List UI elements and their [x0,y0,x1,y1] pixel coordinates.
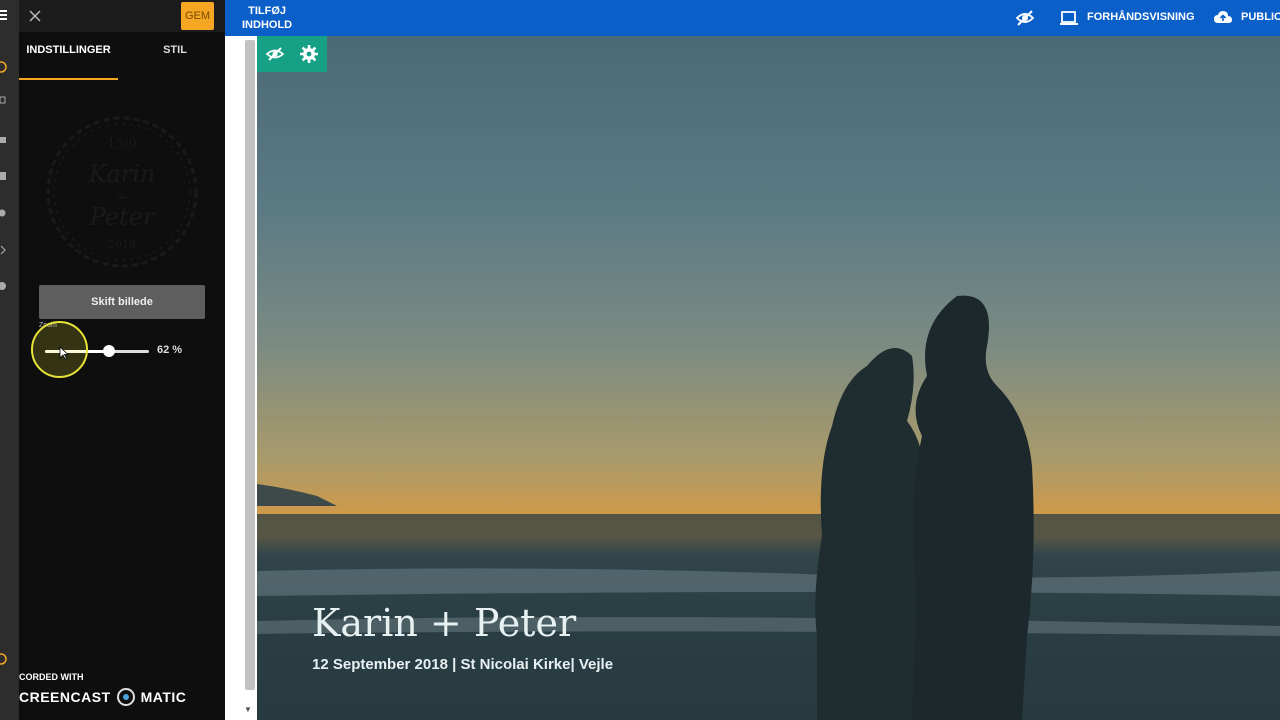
menu-icon[interactable] [0,10,8,22]
preview-devices-icon[interactable] [1059,8,1079,28]
panel-topbar: GEM [19,0,225,32]
rail-chevron-icon[interactable] [0,244,8,256]
add-content-button[interactable]: TILFØJ INDHOLD [242,4,292,32]
tab-settings[interactable]: INDSTILLINGER [19,44,118,80]
tab-style[interactable]: STIL [139,44,211,78]
swap-image-button[interactable]: Skift billede [39,285,205,319]
rail-page-icon[interactable] [0,95,8,105]
rail-settings-icon[interactable] [0,207,8,219]
editor-header: TILFØJ INDHOLD FORHÅNDSVISNING PUBLIC [225,0,1280,36]
logo-name1: Karin [88,160,156,188]
zoom-value: 62 % [157,344,183,356]
wedding-logo-image: 15/9 Karin + Peter 2018 [46,116,198,268]
watermark-recorded-with: CORDED WITH [19,672,84,682]
hero-subtitle[interactable]: 12 September 2018 | St Nicolai Kirke| Ve… [312,656,613,673]
rail-circle-icon[interactable] [0,60,8,74]
rail-help-icon[interactable] [0,280,8,292]
screencast-logo-icon [116,688,135,706]
preview-button[interactable]: FORHÅNDSVISNING [1087,11,1195,23]
rail-bottom-icon[interactable] [0,652,8,666]
close-icon[interactable] [27,8,43,24]
settings-panel: GEM INDSTILLINGER STIL 15/9 Karin + Pete… [19,0,225,720]
mouse-cursor-icon [59,346,69,360]
section-settings-icon[interactable] [299,44,319,64]
logo-year: 2018 [108,238,136,251]
hero-title[interactable]: Karin + Peter [312,601,576,645]
watermark-brand-right: MATIC [140,689,187,705]
left-icon-rail [0,0,19,720]
watermark-brand-left: CREENCAST [19,689,111,705]
logo-name2: Peter [89,203,156,231]
zoom-slider-thumb[interactable] [103,345,116,357]
hero-section-toolbar [257,36,327,72]
scroll-down-icon[interactable]: ▼ [244,705,252,714]
rail-layout-icon[interactable] [0,135,8,145]
hide-section-icon[interactable] [265,44,285,64]
add-content-label-line1: TILFØJ [248,5,286,17]
save-button[interactable]: GEM [181,2,214,30]
logo-date: 15/9 [107,137,136,152]
cloud-upload-icon[interactable] [1213,8,1233,28]
watermark-screencast-matic: CREENCAST MATIC [19,688,186,706]
add-content-label-line2: INDHOLD [242,19,293,31]
hide-visibility-icon[interactable] [1015,8,1035,28]
rail-image-icon[interactable] [0,170,8,182]
vertical-scrollbar[interactable] [245,40,255,690]
publish-button[interactable]: PUBLIC [1241,11,1280,23]
hero-section[interactable]: Karin + Peter 12 September 2018 | St Nic… [257,36,1280,720]
